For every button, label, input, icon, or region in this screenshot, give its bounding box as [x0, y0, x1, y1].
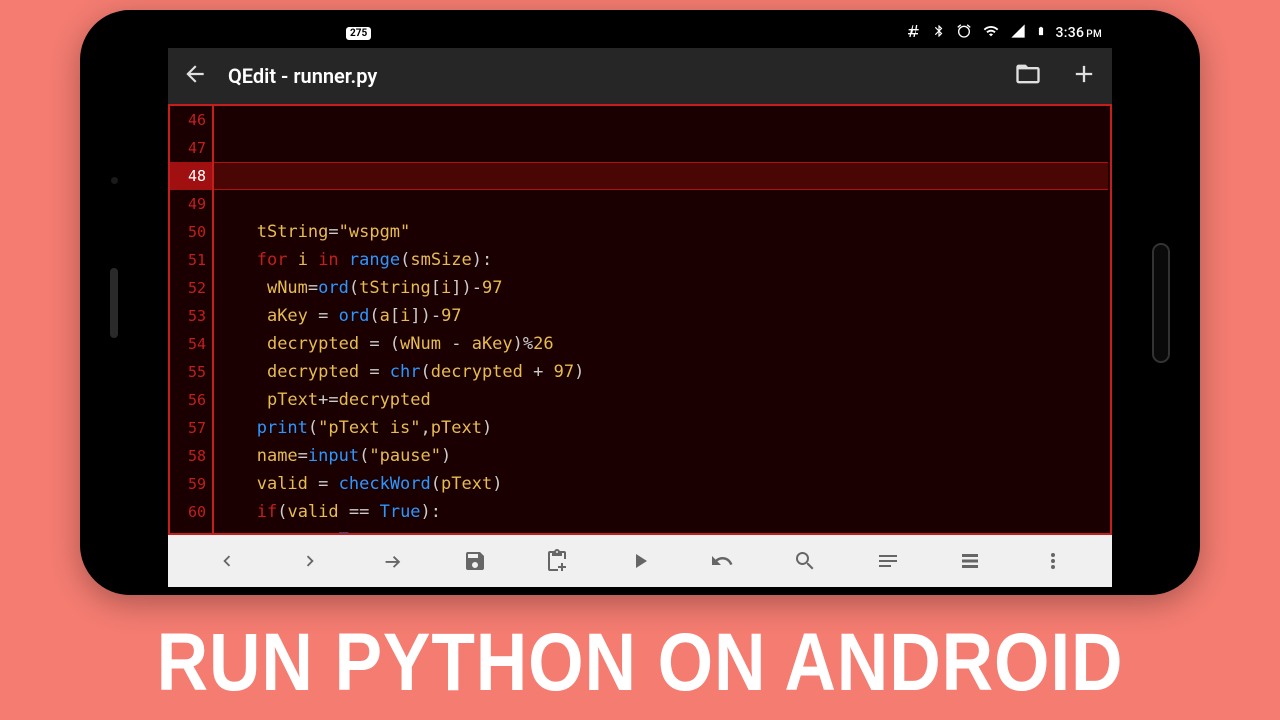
hero-caption: RUN PYTHON ON ANDROID: [83, 616, 1197, 710]
code-line[interactable]: wNum=ord(tString[i])-97: [226, 274, 1110, 302]
undo-button[interactable]: [702, 541, 742, 581]
add-icon[interactable]: [1070, 60, 1098, 92]
notification-badge: 275: [346, 27, 371, 40]
download-icon-2: [290, 23, 306, 43]
code-line[interactable]: decrypted = chr(decrypted + 97): [226, 358, 1110, 386]
prev-button[interactable]: [207, 541, 247, 581]
phone-speaker: [110, 268, 118, 338]
line-number: 60: [170, 498, 206, 526]
line-number: 55: [170, 358, 206, 386]
line-number: 53: [170, 302, 206, 330]
search-button[interactable]: [785, 541, 825, 581]
code-line[interactable]: for i in range(smSize):: [226, 246, 1110, 274]
open-folder-icon[interactable]: [1014, 60, 1042, 92]
code-line[interactable]: name=input("pause"): [226, 442, 1110, 470]
line-number: 59: [170, 470, 206, 498]
next-button[interactable]: [290, 541, 330, 581]
back-arrow-icon[interactable]: [182, 61, 208, 91]
code-line[interactable]: pText+=decrypted: [226, 386, 1110, 414]
line-number: 46: [170, 106, 206, 134]
battery-icon: [1036, 22, 1046, 44]
code-line[interactable]: aKey = ord(a[i])-97: [226, 302, 1110, 330]
code-line[interactable]: if(valid == True):: [226, 498, 1110, 526]
line-gutter: 464748495051525354555657585960: [170, 106, 214, 533]
download-icon: [262, 23, 278, 43]
bottom-toolbar: [168, 535, 1112, 587]
code-editor[interactable]: 464748495051525354555657585960 tString="…: [168, 104, 1112, 535]
line-number: 57: [170, 414, 206, 442]
save-button[interactable]: [455, 541, 495, 581]
code-area[interactable]: tString="wspgm" for i in range(smSize): …: [214, 106, 1110, 533]
hash-icon: [906, 23, 922, 43]
mail-icon: [318, 23, 334, 43]
paste-button[interactable]: [537, 541, 577, 581]
wifi-icon: [982, 23, 1000, 43]
line-number: 58: [170, 442, 206, 470]
bluetooth-icon: [932, 23, 946, 43]
highlighted-line-bg: [214, 162, 1108, 190]
phone-frame: 275 3:36PM QEdit - runner.py: [80, 10, 1200, 595]
alarm-icon: [956, 23, 972, 43]
line-number: 50: [170, 218, 206, 246]
run-button[interactable]: [620, 541, 660, 581]
line-number: 49: [170, 190, 206, 218]
code-line[interactable]: return True: [226, 526, 1110, 535]
line-number: 52: [170, 274, 206, 302]
line-number: 48: [170, 162, 212, 190]
line-number: 56: [170, 386, 206, 414]
phone-screen: 275 3:36PM QEdit - runner.py: [168, 18, 1112, 587]
overflow-menu-button[interactable]: [1033, 541, 1073, 581]
front-sensor: [111, 177, 118, 184]
home-button[interactable]: [1152, 243, 1170, 363]
list-button[interactable]: [950, 541, 990, 581]
code-line[interactable]: valid = checkWord(pText): [226, 470, 1110, 498]
line-number: 54: [170, 330, 206, 358]
format-button[interactable]: [868, 541, 908, 581]
status-clock: 3:36PM: [1056, 25, 1103, 41]
code-line[interactable]: print("pText is",pText): [226, 414, 1110, 442]
app-bar: QEdit - runner.py: [168, 48, 1112, 104]
code-line[interactable]: tString="wspgm": [226, 218, 1110, 246]
image-icon: [206, 23, 222, 43]
code-line[interactable]: decrypted = (wNum - aKey)%26: [226, 330, 1110, 358]
status-bar: 275 3:36PM: [168, 18, 1112, 48]
goto-button[interactable]: [372, 541, 412, 581]
chat-icon: [178, 23, 194, 43]
line-number: 51: [170, 246, 206, 274]
signal-icon: [1010, 23, 1026, 43]
app-title: QEdit - runner.py: [228, 64, 377, 88]
phone-inner: 275 3:36PM QEdit - runner.py: [88, 18, 1192, 587]
code-line[interactable]: [226, 190, 1110, 218]
line-number: 47: [170, 134, 206, 162]
upload-icon: [234, 23, 250, 43]
